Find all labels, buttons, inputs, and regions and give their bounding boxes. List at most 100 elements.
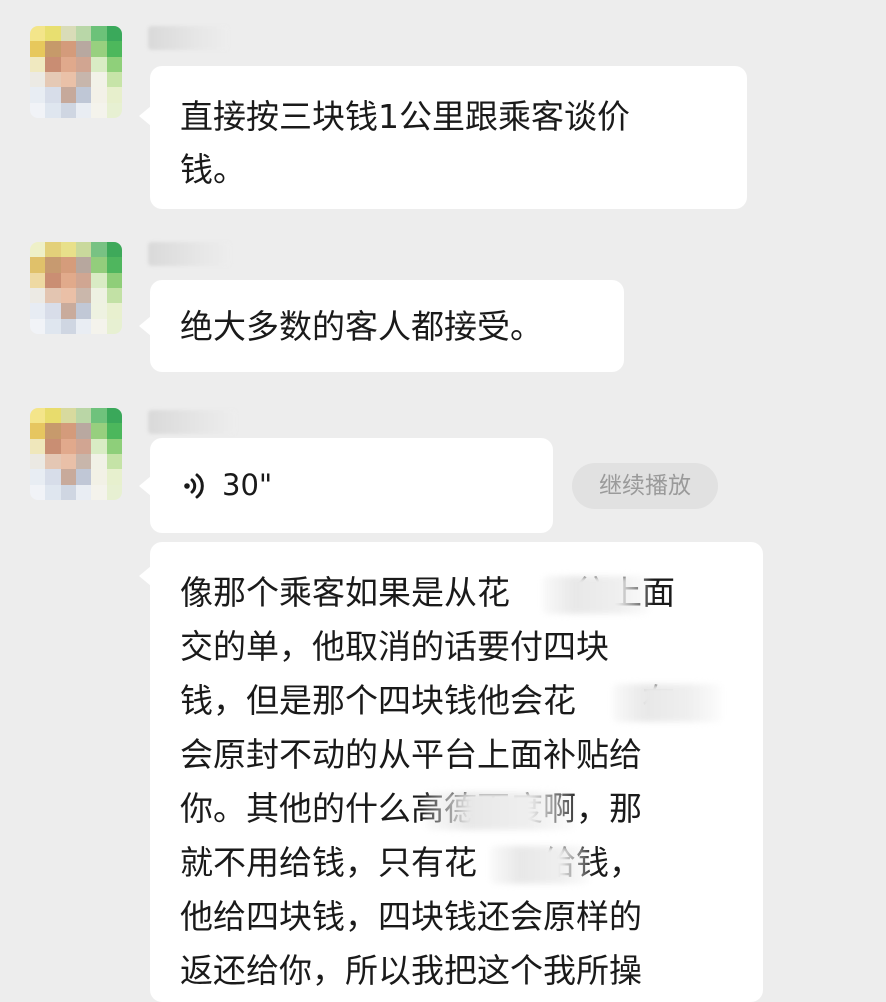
avatar-mosaic-cell (60, 26, 76, 42)
avatar-mosaic-cell (45, 257, 61, 273)
message-text: 交的单，他取消的话要付四块 (180, 627, 609, 666)
avatar-mosaic-cell (60, 423, 76, 439)
avatar-mosaic-cell (30, 303, 46, 319)
avatar[interactable] (30, 26, 122, 118)
avatar-mosaic-cell (30, 272, 46, 288)
continue-playing-button[interactable]: 继续播放 (572, 463, 718, 509)
avatar-mosaic-cell (75, 71, 92, 88)
avatar-mosaic-cell (45, 423, 61, 439)
message-text: 就不用给钱，只有花 给钱， (180, 843, 642, 882)
avatar-mosaic-cell (45, 469, 61, 485)
avatar-mosaic-cell (60, 484, 76, 500)
avatar-mosaic-cell (106, 484, 122, 500)
avatar-mosaic-cell (106, 102, 122, 118)
avatar-mosaic-cell (75, 272, 92, 288)
avatar-mosaic-cell (60, 87, 76, 103)
avatar-mosaic-cell (91, 41, 107, 57)
avatar-mosaic-cell (45, 453, 61, 470)
avatar-mosaic-cell (75, 484, 92, 500)
message-bubble[interactable]: 像那个乘客如果是从花 往上面 交的单，他取消的话要付四块 钱，但是那个四块钱他会… (139, 542, 763, 1002)
voice-message-bubble[interactable]: 30" (139, 438, 553, 533)
avatar-mosaic-cell (45, 102, 61, 118)
avatar-mosaic-cell (91, 438, 107, 454)
avatar-mosaic-cell (45, 26, 61, 42)
message-bubble[interactable]: 直接按三块钱1公里跟乘客谈价 钱。 (139, 66, 747, 209)
avatar-mosaic-cell (60, 287, 76, 304)
avatar-mosaic-cell (30, 408, 46, 424)
avatar-mosaic-cell (106, 87, 122, 103)
avatar[interactable] (30, 242, 122, 334)
avatar-mosaic-cell (91, 71, 107, 88)
avatar-mosaic-cell (106, 41, 122, 57)
avatar-mosaic-cell (75, 303, 92, 319)
avatar-mosaic-cell (45, 303, 61, 319)
avatar-mosaic-cell (45, 41, 61, 57)
avatar-mosaic-cell (60, 453, 76, 470)
avatar-mosaic-cell (91, 87, 107, 103)
avatar-mosaic-cell (75, 41, 92, 57)
avatar-mosaic-cell (75, 87, 92, 103)
avatar-mosaic-cell (75, 56, 92, 72)
message-text: 钱。 (180, 150, 246, 189)
sender-name-blurred (148, 26, 228, 50)
avatar-mosaic-cell (91, 56, 107, 72)
avatar-mosaic-cell (106, 453, 122, 470)
avatar-mosaic-cell (30, 257, 46, 273)
avatar-mosaic-cell (106, 287, 122, 304)
avatar-mosaic-cell (91, 423, 107, 439)
avatar-mosaic-cell (106, 318, 122, 334)
avatar-mosaic-cell (106, 469, 122, 485)
avatar-mosaic-cell (75, 102, 92, 118)
message-bubble[interactable]: 绝大多数的客人都接受。 (139, 280, 624, 372)
avatar-mosaic-cell (75, 453, 92, 470)
message-text: 会原封不动的从平台上面补贴给 (180, 735, 642, 774)
avatar-mosaic-cell (45, 71, 61, 88)
avatar-mosaic-cell (30, 56, 46, 72)
avatar-mosaic-cell (106, 56, 122, 72)
avatar-mosaic-cell (30, 469, 46, 485)
avatar-mosaic-cell (45, 287, 61, 304)
avatar-mosaic-cell (30, 423, 46, 439)
avatar-mosaic-cell (91, 287, 107, 304)
avatar-mosaic-cell (45, 242, 61, 258)
message-text: 直接按三块钱1公里跟乘客谈价 (180, 97, 630, 136)
avatar-mosaic-cell (106, 303, 122, 319)
message-text: 绝大多数的客人都接受。 (180, 307, 543, 346)
avatar-mosaic-cell (60, 438, 76, 454)
avatar-mosaic-cell (91, 102, 107, 118)
avatar-mosaic-cell (75, 26, 92, 42)
avatar-mosaic-cell (91, 318, 107, 334)
redaction-blur (490, 846, 590, 884)
avatar-mosaic-cell (91, 484, 107, 500)
avatar-mosaic-cell (30, 318, 46, 334)
avatar-mosaic-cell (106, 71, 122, 88)
message-text: 他给四块钱，四块钱还会原样的 (180, 897, 642, 936)
avatar-mosaic-cell (30, 287, 46, 304)
avatar-mosaic-cell (60, 469, 76, 485)
avatar-mosaic-cell (30, 453, 46, 470)
avatar-mosaic-cell (30, 102, 46, 118)
avatar-mosaic-cell (45, 87, 61, 103)
avatar-mosaic-cell (75, 408, 92, 424)
avatar-mosaic-cell (30, 242, 46, 258)
avatar-mosaic-cell (106, 272, 122, 288)
avatar-mosaic-cell (60, 102, 76, 118)
avatar-mosaic-cell (91, 272, 107, 288)
avatar-mosaic-cell (75, 423, 92, 439)
sender-name-blurred (148, 242, 230, 266)
avatar-mosaic-cell (60, 242, 76, 258)
avatar[interactable] (30, 408, 122, 500)
avatar-mosaic-cell (30, 484, 46, 500)
avatar-mosaic-cell (60, 318, 76, 334)
redaction-blur (542, 576, 650, 614)
avatar-mosaic-cell (45, 484, 61, 500)
avatar-mosaic-cell (91, 242, 107, 258)
avatar-mosaic-cell (45, 318, 61, 334)
avatar-mosaic-cell (45, 272, 61, 288)
avatar-mosaic-cell (91, 257, 107, 273)
avatar-mosaic-cell (91, 469, 107, 485)
message-text: 返还给你，所以我把这个我所操 (180, 951, 642, 990)
avatar-mosaic-cell (75, 438, 92, 454)
avatar-mosaic-cell (91, 408, 107, 424)
avatar-mosaic-cell (75, 287, 92, 304)
